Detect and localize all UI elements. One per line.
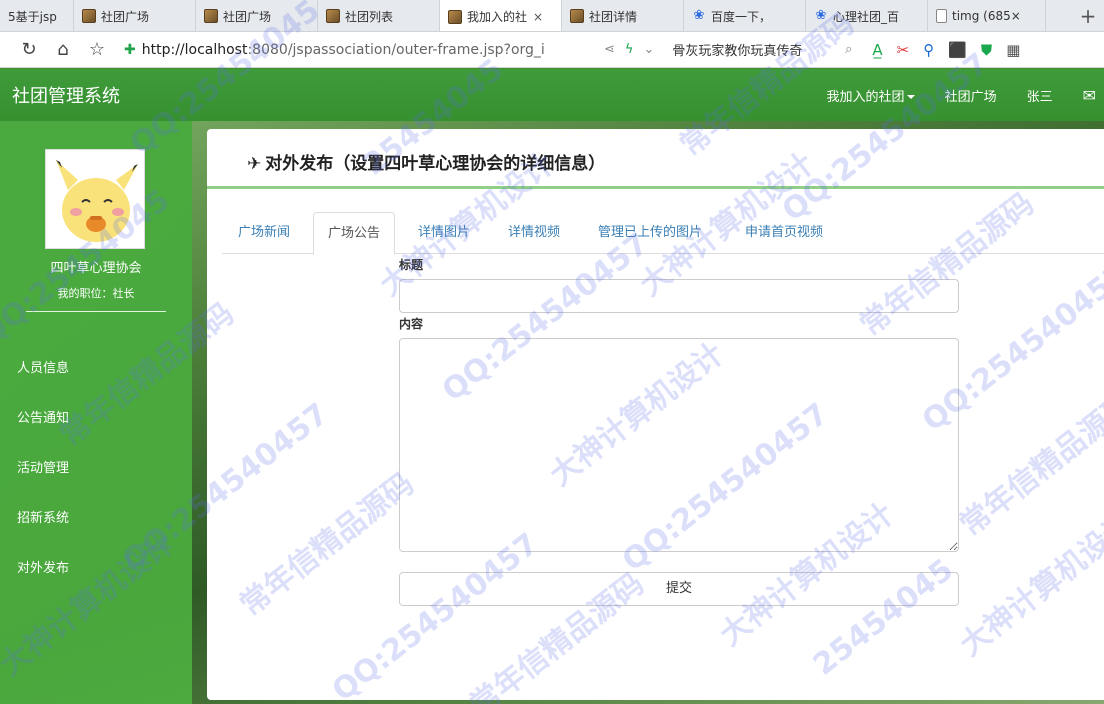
club-role: 我的职位：社长 — [0, 285, 192, 301]
search-suggestion-text: 骨灰玩家教你玩真传奇 — [672, 44, 803, 59]
refresh-icon[interactable]: ↻ — [12, 39, 46, 60]
browser-tab[interactable]: 社团广场 — [74, 0, 196, 31]
app-title: 社团管理系统 — [12, 86, 120, 107]
sidebar-item-activities[interactable]: 活动管理 — [17, 457, 69, 476]
tab-manage-uploaded-images[interactable]: 管理已上传的图片 — [598, 212, 702, 254]
browser-tab-label: 百度一下， — [711, 9, 772, 24]
image-favicon-icon — [82, 9, 96, 23]
image-favicon-icon — [570, 9, 584, 23]
browser-tab-label: timg (685× — [952, 9, 1021, 23]
browser-tab-label: 心理社团_百 — [833, 9, 900, 24]
browser-tab-label: 社团广场 — [223, 9, 272, 24]
browser-tab-label: 社团列表 — [345, 9, 394, 24]
joined-clubs-label: 我加入的社团 — [826, 89, 905, 105]
role-label: 我的职位： — [57, 287, 113, 300]
share-icon[interactable]: ⋖ — [604, 42, 615, 57]
browser-tab-label: 社团详情 — [589, 9, 638, 24]
browser-tab-label: 我加入的社 — [467, 10, 528, 24]
magnifier-extension-icon[interactable]: ⚲ — [923, 41, 934, 59]
title-input[interactable] — [399, 279, 959, 313]
panel-header: ✈ 对外发布（设置四叶草心理协会的详细信息） — [207, 129, 1104, 189]
joined-clubs-dropdown[interactable]: 我加入的社团 — [797, 86, 915, 105]
main-panel: ✈ 对外发布（设置四叶草心理协会的详细信息） 广场新闻 广场公告 详情图片 详情视… — [207, 129, 1104, 700]
tab-plaza-notice[interactable]: 广场公告 — [313, 212, 396, 255]
gamepad-extension-icon[interactable]: ⬛ — [948, 41, 967, 59]
user-menu[interactable]: 张三 — [1027, 86, 1053, 105]
tab-apply-homepage-video[interactable]: 申请首页视频 — [745, 212, 823, 254]
browser-tab[interactable]: 社团详情 — [562, 0, 684, 31]
image-favicon-icon — [204, 9, 218, 23]
content-textarea[interactable] — [399, 338, 959, 552]
app-header: 社团管理系统 我加入的社团 社团广场 张三 ✉ — [0, 69, 1104, 121]
shield-extension-icon[interactable]: ⛊ — [981, 41, 992, 59]
app-nav: 我加入的社团 社团广场 张三 ✉ — [767, 86, 1104, 105]
caret-down-icon — [906, 95, 915, 99]
document-favicon-icon — [936, 9, 947, 23]
sidebar-item-recruitment[interactable]: 招新系统 — [17, 507, 69, 526]
baidu-paw-icon: ❀ — [815, 8, 827, 23]
browser-search-box[interactable]: 骨灰玩家教你玩真传奇 ⌕ — [672, 40, 852, 59]
content-field-label: 内容 — [399, 317, 424, 331]
submit-button[interactable]: 提交 — [399, 572, 959, 606]
role-value: 社长 — [112, 287, 135, 300]
apps-grid-icon[interactable]: ▦ — [1006, 41, 1020, 59]
sidebar-item-publish[interactable]: 对外发布 — [17, 557, 69, 576]
url-path: :8080/jspassociation/outer-frame.jsp?org… — [247, 41, 545, 58]
url-text: http://localhost:8080/jspassociation/out… — [142, 42, 545, 58]
browser-tab[interactable]: 5基于jsp — [0, 0, 74, 31]
image-favicon-icon — [326, 9, 340, 23]
new-tab-button[interactable]: + — [1072, 0, 1104, 31]
club-name: 四叶草心理协会 — [50, 261, 142, 276]
extension-icons: A̲ ✂ ⚲ ⬛ ⛊ ▦ — [872, 41, 1020, 59]
home-icon[interactable]: ⌂ — [46, 39, 80, 60]
search-icon[interactable]: ⌕ — [845, 42, 852, 57]
page-title: ✈ 对外发布（设置四叶草心理协会的详细信息） — [247, 149, 605, 174]
url-host: http://localhost — [141, 41, 248, 58]
sidebar-item-members[interactable]: 人员信息 — [17, 357, 69, 376]
mail-icon[interactable]: ✉ — [1083, 86, 1096, 105]
close-tab-icon[interactable]: × — [533, 10, 543, 24]
chevron-down-icon[interactable]: ⌄ — [643, 42, 654, 57]
bolt-icon[interactable]: ϟ — [625, 42, 634, 57]
sidebar-divider — [26, 311, 166, 312]
translate-extension-icon[interactable]: A̲ — [872, 41, 882, 59]
browser-tab-label: 5基于jsp — [8, 9, 57, 24]
title-field-label: 标题 — [399, 258, 424, 272]
browser-tab[interactable]: ❀ 百度一下， — [684, 0, 806, 31]
browser-tab[interactable]: 社团列表 — [318, 0, 440, 31]
sidebar: 四叶草心理协会 我的职位：社长 人员信息 公告通知 活动管理 招新系统 对外发布 — [0, 121, 192, 704]
scissors-extension-icon[interactable]: ✂ — [897, 41, 910, 59]
image-favicon-icon — [448, 9, 462, 24]
browser-tab[interactable]: timg (685× — [928, 0, 1046, 31]
sidebar-item-notices[interactable]: 公告通知 — [17, 407, 69, 426]
page-title-text: 对外发布（设置四叶草心理协会的详细信息） — [265, 154, 606, 174]
club-avatar — [45, 149, 145, 249]
browser-tab[interactable]: 社团广场 — [196, 0, 318, 31]
address-bar[interactable]: ✚ http://localhost:8080/jspassociation/o… — [120, 36, 600, 64]
url-tools: ⋖ ϟ ⌄ — [604, 42, 654, 57]
browser-tab-label: 社团广场 — [101, 9, 150, 24]
security-shield-icon: ✚ — [124, 41, 136, 58]
baidu-paw-icon: ❀ — [693, 8, 705, 23]
browser-toolbar: ↻ ⌂ ☆ ✚ http://localhost:8080/jspassocia… — [0, 32, 1104, 68]
content-tabs: 广场新闻 广场公告 详情图片 详情视频 管理已上传的图片 申请首页视频 — [222, 212, 1104, 255]
tab-detail-videos[interactable]: 详情视频 — [508, 212, 560, 254]
star-icon[interactable]: ☆ — [80, 39, 114, 60]
browser-tab[interactable]: ❀ 心理社团_百 — [806, 0, 928, 31]
tab-detail-images[interactable]: 详情图片 — [418, 212, 470, 254]
club-plaza-link[interactable]: 社团广场 — [945, 86, 997, 105]
paper-plane-icon: ✈ — [247, 154, 262, 174]
tab-plaza-news[interactable]: 广场新闻 — [238, 212, 290, 254]
browser-tab-strip: 5基于jsp 社团广场 社团广场 社团列表 我加入的社 × 社团详情 ❀ 百度一… — [0, 0, 1104, 32]
browser-tab-active[interactable]: 我加入的社 × — [440, 0, 562, 31]
pikachu-avatar-image — [46, 150, 144, 248]
